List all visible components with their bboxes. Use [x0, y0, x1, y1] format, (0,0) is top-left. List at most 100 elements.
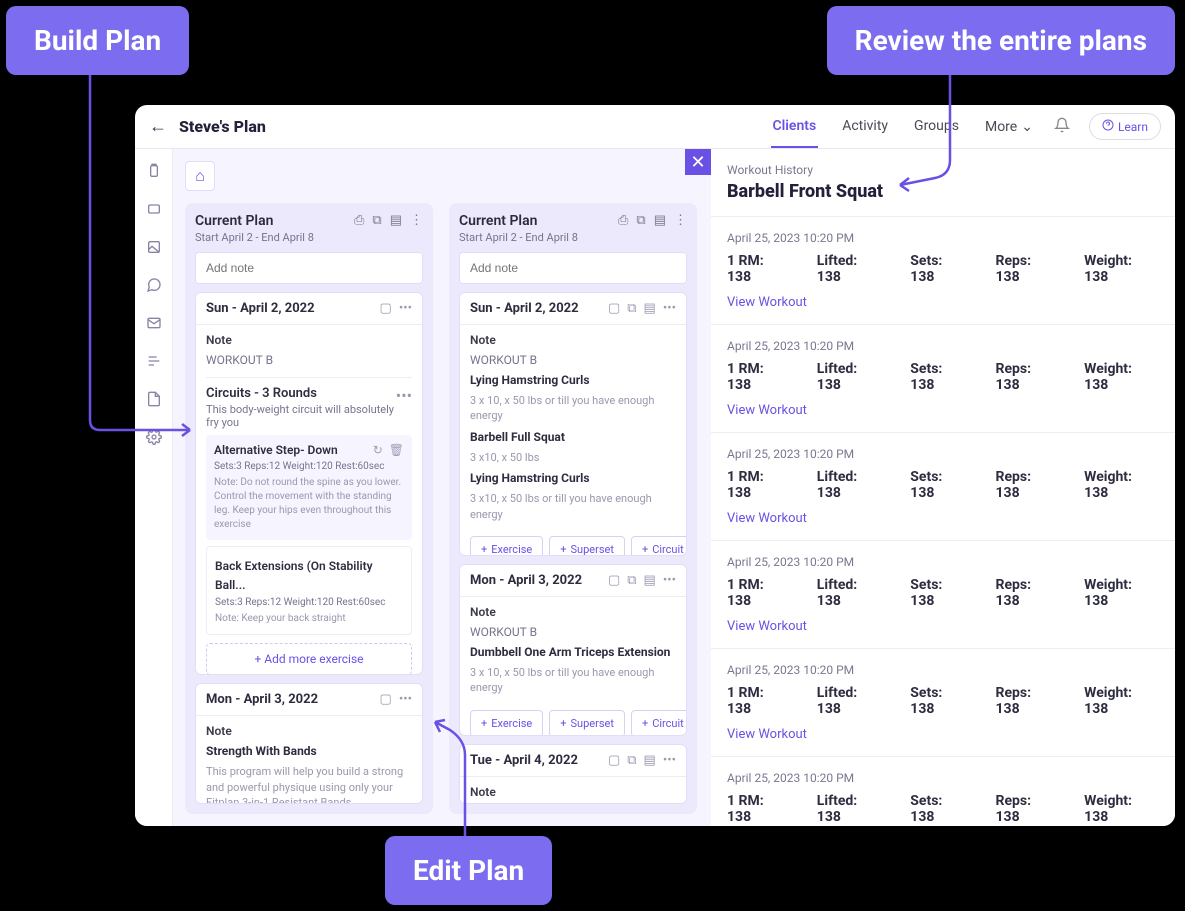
- more-icon[interactable]: •••: [663, 573, 676, 588]
- add-exercise-button[interactable]: + Add more exercise: [206, 643, 412, 675]
- history-row: April 25, 2023 10:20 PM1 RM: 138Lifted: …: [711, 432, 1175, 540]
- history-pane: Workout History Barbell Front Squat Apri…: [711, 149, 1175, 826]
- tab-groups[interactable]: Groups: [912, 106, 961, 148]
- superset-button[interactable]: +Superset: [549, 536, 625, 556]
- image-icon[interactable]: ▢: [608, 573, 620, 588]
- circuit-button[interactable]: +Circuit: [631, 536, 687, 556]
- add-note-input[interactable]: [459, 252, 687, 284]
- metric-weight: Weight: 138: [1084, 685, 1159, 717]
- note-label: Note: [470, 785, 676, 799]
- day-date: Sun - April 2, 2022: [470, 301, 579, 316]
- plan-column-left: Current Plan Start April 2 - End April 8…: [185, 203, 433, 814]
- circuit-button[interactable]: +Circuit: [631, 710, 687, 736]
- note-label: Note: [206, 724, 412, 738]
- add-note-input[interactable]: [195, 252, 423, 284]
- plus-icon: +: [254, 652, 264, 666]
- grid-icon: ⌂: [195, 166, 205, 186]
- clipboard-icon[interactable]: ▤: [644, 573, 656, 588]
- file-icon[interactable]: [144, 389, 164, 409]
- metric-lifted: Lifted: 138: [817, 793, 885, 825]
- copy-icon[interactable]: ⧉: [627, 301, 636, 316]
- close-button[interactable]: ✕: [685, 149, 711, 175]
- exercise-name: Lying Hamstring Curls: [470, 471, 676, 485]
- exercise-note: Note: Do not round the spine as you lowe…: [214, 476, 404, 532]
- copy-icon[interactable]: ⧉: [372, 213, 381, 228]
- mail-icon[interactable]: [144, 313, 164, 333]
- metric-1rm: 1 RM: 138: [727, 793, 791, 825]
- section-subtitle: This body-weight circuit will absolutely…: [206, 403, 412, 429]
- help-icon: [1102, 119, 1114, 134]
- view-workout-link[interactable]: View Workout: [727, 511, 807, 526]
- image-icon[interactable]: ▢: [608, 301, 620, 316]
- clipboard-icon[interactable]: ▤: [390, 213, 402, 228]
- exercise-name: Lying Hamstring Curls: [470, 373, 676, 387]
- metric-reps: Reps: 138: [996, 469, 1059, 501]
- history-icon[interactable]: ↻: [373, 443, 383, 457]
- topbar: ← Steve's Plan Clients Activity Groups M…: [135, 105, 1175, 149]
- image-icon[interactable]: ▢: [380, 301, 392, 316]
- tab-more[interactable]: More ⌄: [983, 106, 1035, 148]
- more-icon[interactable]: •••: [663, 753, 676, 768]
- copy-icon[interactable]: ⧉: [627, 573, 636, 588]
- more-icon[interactable]: •••: [396, 386, 412, 405]
- view-toggle[interactable]: ⌂: [185, 161, 215, 191]
- history-time: April 25, 2023 10:20 PM: [727, 447, 1159, 461]
- view-workout-link[interactable]: View Workout: [727, 619, 807, 634]
- view-workout-link[interactable]: View Workout: [727, 295, 807, 310]
- more-icon[interactable]: •••: [663, 301, 676, 316]
- day-date: Mon - April 3, 2022: [470, 573, 582, 588]
- back-button[interactable]: ←: [149, 116, 167, 137]
- print-icon[interactable]: ⎙: [354, 213, 364, 228]
- settings-icon[interactable]: [144, 427, 164, 447]
- exercise-card[interactable]: Alternative Step- Down ↻ 🗑 Sets:3 Reps:1…: [206, 435, 412, 540]
- note-label: Note: [470, 605, 676, 619]
- history-title: Barbell Front Squat: [727, 181, 1159, 202]
- exercise-name: Dumbbell One Arm Triceps Extension: [470, 645, 676, 659]
- more-icon[interactable]: ⋮: [410, 213, 423, 228]
- clipboard-icon[interactable]: ▤: [644, 753, 656, 768]
- superset-button[interactable]: +Superset: [549, 710, 625, 736]
- learn-button[interactable]: Learn: [1089, 113, 1161, 140]
- print-icon[interactable]: ⎙: [618, 213, 628, 228]
- history-row: April 25, 2023 10:20 PM1 RM: 138Lifted: …: [711, 324, 1175, 432]
- exercise-button[interactable]: +Exercise: [470, 710, 543, 736]
- tab-clients[interactable]: Clients: [771, 106, 819, 148]
- metric-reps: Reps: 138: [996, 361, 1059, 393]
- clipboard-icon[interactable]: [144, 161, 164, 181]
- copy-icon[interactable]: ⧉: [627, 753, 636, 768]
- callout-review: Review the entire plans: [827, 6, 1175, 75]
- workout-name: WORKOUT B: [470, 353, 676, 367]
- card-icon[interactable]: [144, 199, 164, 219]
- plans-area: ✕ ⌂ Current Plan Start April 2 - End Apr…: [173, 149, 711, 826]
- day-card: Sun - April 2, 2022 ▢ ••• Note WORKOUT B…: [195, 292, 423, 675]
- image-icon[interactable]: ▢: [380, 692, 392, 707]
- day-date: Mon - April 3, 2022: [206, 692, 318, 707]
- clipboard-icon[interactable]: ▤: [654, 213, 666, 228]
- tab-activity[interactable]: Activity: [840, 106, 890, 148]
- plus-icon: +: [642, 543, 648, 556]
- notifications-button[interactable]: [1047, 112, 1077, 142]
- copy-icon[interactable]: ⧉: [636, 213, 645, 228]
- view-workout-link[interactable]: View Workout: [727, 727, 807, 742]
- workout-name: WORKOUT B: [470, 625, 676, 639]
- callout-build: Build Plan: [6, 6, 189, 75]
- image-icon[interactable]: [144, 237, 164, 257]
- more-icon[interactable]: •••: [399, 692, 412, 707]
- exercise-button[interactable]: +Exercise: [470, 536, 543, 556]
- clipboard-icon[interactable]: ▤: [644, 301, 656, 316]
- note-label: Note: [470, 333, 676, 347]
- column-title: Current Plan: [459, 213, 578, 229]
- delete-icon[interactable]: 🗑: [389, 443, 404, 457]
- more-icon[interactable]: ⋮: [674, 213, 687, 228]
- image-icon[interactable]: ▢: [608, 753, 620, 768]
- chat-icon[interactable]: [144, 275, 164, 295]
- metric-lifted: Lifted: 138: [817, 685, 885, 717]
- history-eyebrow: Workout History: [727, 163, 1159, 177]
- exercise-card[interactable]: Back Extensions (On Stability Ball... Se…: [206, 546, 412, 635]
- siderail: [135, 149, 173, 826]
- more-icon[interactable]: •••: [399, 301, 412, 316]
- list-icon[interactable]: [144, 351, 164, 371]
- metric-sets: Sets: 138: [910, 685, 969, 717]
- view-workout-link[interactable]: View Workout: [727, 403, 807, 418]
- exercise-name: Alternative Step- Down: [214, 443, 338, 457]
